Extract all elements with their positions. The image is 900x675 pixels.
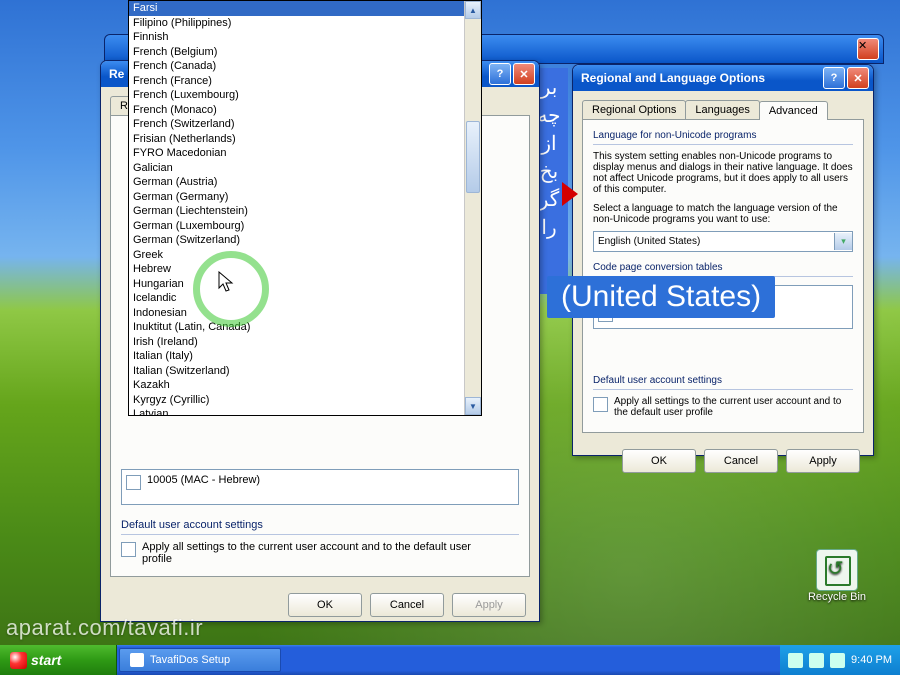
cancel-button[interactable]: Cancel bbox=[370, 593, 444, 617]
language-option[interactable]: French (France) bbox=[129, 74, 464, 89]
apply-button[interactable]: Apply bbox=[786, 449, 860, 473]
language-option[interactable]: Finnish bbox=[129, 30, 464, 45]
language-option[interactable]: Icelandic bbox=[129, 291, 464, 306]
codepage-item[interactable]: 10005 (MAC - Hebrew) bbox=[126, 474, 514, 490]
group-language-nonunicode: Language for non-Unicode programs bbox=[593, 130, 853, 141]
apply-all-checkbox[interactable]: Apply all settings to the current user a… bbox=[593, 396, 853, 418]
tab-regional-options[interactable]: Regional Options bbox=[582, 100, 686, 119]
language-option[interactable]: French (Switzerland) bbox=[129, 117, 464, 132]
taskbar: start TavafiDos Setup 9:40 PM bbox=[0, 645, 900, 675]
scroll-up-button[interactable]: ▲ bbox=[465, 1, 481, 19]
desktop-wallpaper: ✕ بر چه از بخ گر را Re ? ✕ Re 10005 (MAC… bbox=[0, 0, 900, 675]
language-combo[interactable]: English (United States) ▾ bbox=[593, 231, 853, 252]
language-option[interactable]: German (Germany) bbox=[129, 190, 464, 205]
help-button[interactable]: ? bbox=[823, 67, 845, 89]
language-option[interactable]: Irish (Ireland) bbox=[129, 335, 464, 350]
group-description: This system setting enables non-Unicode … bbox=[593, 151, 853, 195]
language-option[interactable]: French (Belgium) bbox=[129, 45, 464, 60]
windows-logo-icon bbox=[10, 652, 27, 669]
codepage-label: 10005 (MAC - Hebrew) bbox=[147, 474, 260, 486]
ok-button[interactable]: OK bbox=[622, 449, 696, 473]
recycle-bin-label: Recycle Bin bbox=[804, 591, 870, 603]
close-button[interactable]: ✕ bbox=[513, 63, 535, 85]
help-button[interactable]: ? bbox=[489, 63, 511, 85]
group-codepage: Code page conversion tables bbox=[593, 262, 853, 273]
language-option[interactable]: German (Luxembourg) bbox=[129, 219, 464, 234]
watermark-text: aparat.com/tavafi.ir bbox=[6, 615, 203, 641]
red-arrow-annotation bbox=[562, 182, 578, 206]
apply-button[interactable]: Apply bbox=[452, 593, 526, 617]
language-option[interactable]: French (Canada) bbox=[129, 59, 464, 74]
apply-all-label: Apply all settings to the current user a… bbox=[142, 541, 502, 565]
regional-options-dialog: Regional and Language Options ? ✕ Region… bbox=[572, 64, 874, 456]
apply-all-checkbox[interactable]: Apply all settings to the current user a… bbox=[121, 541, 519, 565]
taskbar-item-icon bbox=[130, 653, 144, 667]
language-option[interactable]: Hungarian bbox=[129, 277, 464, 292]
taskbar-item-tavafidos[interactable]: TavafiDos Setup bbox=[119, 648, 281, 672]
dialog-button-row: OK Cancel Apply bbox=[576, 439, 870, 483]
group-default-account: Default user account settings bbox=[593, 375, 853, 386]
apply-all-label: Apply all settings to the current user a… bbox=[614, 396, 853, 418]
taskbar-item-label: TavafiDos Setup bbox=[150, 654, 230, 666]
recycle-bin[interactable]: Recycle Bin bbox=[804, 549, 870, 603]
language-option[interactable]: Greek bbox=[129, 248, 464, 263]
taskbar-clock: 9:40 PM bbox=[851, 654, 892, 666]
tray-icon[interactable] bbox=[830, 653, 845, 668]
close-icon[interactable]: ✕ bbox=[857, 38, 879, 60]
tray-icon[interactable] bbox=[809, 653, 824, 668]
group-default-account: Default user account settings bbox=[121, 519, 519, 531]
scroll-down-button[interactable]: ▼ bbox=[465, 397, 481, 415]
group-prompt: Select a language to match the language … bbox=[593, 203, 853, 225]
scroll-thumb[interactable] bbox=[466, 121, 480, 193]
language-option[interactable]: Indonesian bbox=[129, 306, 464, 321]
language-option[interactable]: Filipino (Philippines) bbox=[129, 16, 464, 31]
start-label: start bbox=[31, 652, 61, 668]
checkbox-icon bbox=[126, 475, 141, 490]
language-option[interactable]: French (Luxembourg) bbox=[129, 88, 464, 103]
language-option[interactable]: Kazakh bbox=[129, 378, 464, 393]
combo-value: English (United States) bbox=[594, 236, 834, 247]
language-option[interactable]: French (Monaco) bbox=[129, 103, 464, 118]
scrollbar[interactable]: ▲ ▼ bbox=[464, 1, 481, 415]
checkbox-icon bbox=[121, 542, 136, 557]
start-button[interactable]: start bbox=[0, 645, 117, 675]
language-option[interactable]: Inuktitut (Latin, Canada) bbox=[129, 320, 464, 335]
system-tray: 9:40 PM bbox=[780, 645, 900, 675]
language-option[interactable]: Galician bbox=[129, 161, 464, 176]
ok-button[interactable]: OK bbox=[288, 593, 362, 617]
language-dropdown-list[interactable]: FarsiFilipino (Philippines)FinnishFrench… bbox=[128, 0, 482, 416]
tab-bar: Regional Options Languages Advanced bbox=[582, 100, 864, 119]
language-option[interactable]: Italian (Italy) bbox=[129, 349, 464, 364]
language-option[interactable]: FYRO Macedonian bbox=[129, 146, 464, 161]
language-option[interactable]: German (Switzerland) bbox=[129, 233, 464, 248]
tray-icon[interactable] bbox=[788, 653, 803, 668]
window-title: Regional and Language Options bbox=[581, 71, 821, 85]
chevron-down-icon[interactable]: ▾ bbox=[834, 233, 852, 250]
tab-languages[interactable]: Languages bbox=[685, 100, 759, 119]
tab-advanced[interactable]: Advanced bbox=[759, 101, 828, 120]
language-option[interactable]: Frisian (Netherlands) bbox=[129, 132, 464, 147]
language-option[interactable]: Farsi bbox=[129, 1, 464, 16]
language-option[interactable]: German (Austria) bbox=[129, 175, 464, 190]
cancel-button[interactable]: Cancel bbox=[704, 449, 778, 473]
close-button[interactable]: ✕ bbox=[847, 67, 869, 89]
language-option[interactable]: Hebrew bbox=[129, 262, 464, 277]
annotation-us-label: (United States) bbox=[547, 276, 775, 318]
language-option[interactable]: Latvian bbox=[129, 407, 464, 415]
language-option[interactable]: Kyrgyz (Cyrillic) bbox=[129, 393, 464, 408]
language-option[interactable]: German (Liechtenstein) bbox=[129, 204, 464, 219]
recycle-bin-icon bbox=[816, 549, 858, 591]
checkbox-icon bbox=[593, 397, 608, 412]
language-option[interactable]: Italian (Switzerland) bbox=[129, 364, 464, 379]
